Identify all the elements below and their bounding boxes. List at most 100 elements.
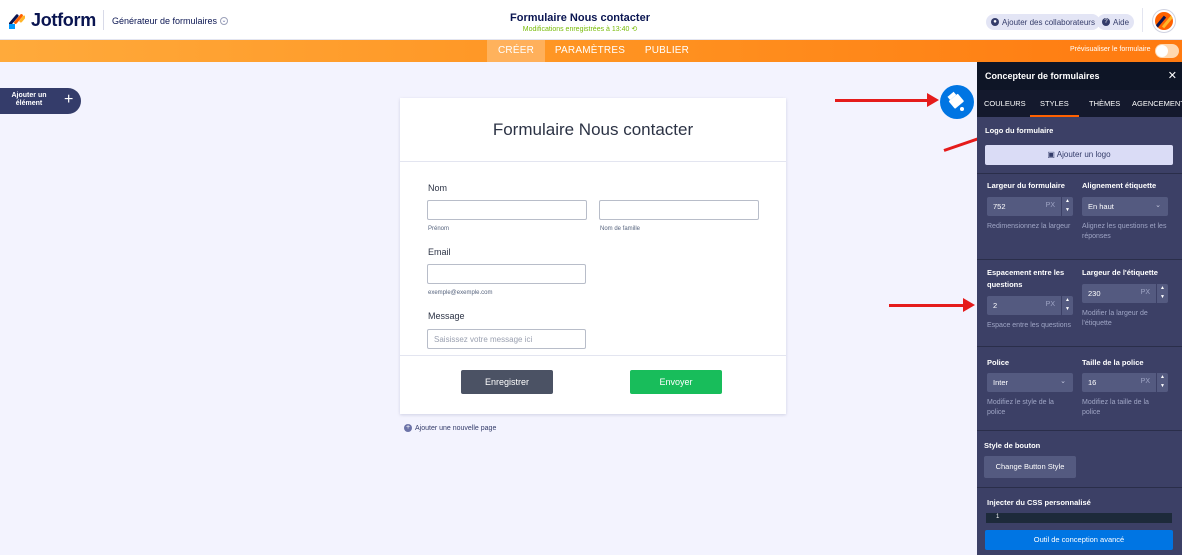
logo-text: Jotform: [31, 10, 96, 30]
form-width-value: 752: [993, 202, 1006, 211]
divider: [977, 430, 1182, 431]
label-align-value: En haut: [1088, 202, 1114, 211]
add-element-label: Ajouter un élément: [11, 92, 47, 107]
advanced-designer-button[interactable]: Outil de conception avancé: [985, 530, 1173, 550]
form-designer-panel: Concepteur de formulaires ✕ COULEURS STY…: [977, 62, 1182, 555]
avatar[interactable]: [1153, 10, 1175, 32]
form-title: Formulaire Nous contacter: [510, 12, 650, 24]
question-spacing-value: 2: [993, 301, 998, 310]
main-nav: CRÉER PARAMÈTRES PUBLIER Prévisualiser l…: [0, 40, 1182, 62]
add-page-link[interactable]: + Ajouter une nouvelle page: [404, 424, 496, 432]
divider: [977, 487, 1182, 488]
question-spacing-input[interactable]: 2 PX ▲ ▼: [987, 296, 1073, 315]
question-spacing-desc: Espace entre les questions: [987, 322, 1072, 329]
label-width-value: 230: [1088, 289, 1101, 298]
preview-toggle[interactable]: [1155, 44, 1179, 58]
tab-publish[interactable]: PUBLIER: [640, 40, 694, 62]
email-label: Email: [428, 247, 451, 257]
paint-bucket-icon: [947, 91, 964, 111]
font-size-desc: Modifiez la taille de la police: [1082, 399, 1149, 416]
message-input[interactable]: Saisissez votre message ici: [427, 329, 586, 349]
stepper-icon[interactable]: ▲ ▼: [1061, 197, 1073, 216]
add-logo-button[interactable]: ▣ Ajouter un logo: [985, 145, 1173, 165]
tab-styles[interactable]: STYLES: [1030, 90, 1079, 117]
css-line-number: 1: [996, 514, 1000, 520]
panel-title: Concepteur de formulaires: [977, 62, 1182, 90]
add-collaborators-button[interactable]: ● Ajouter des collaborateurs: [986, 14, 1100, 30]
chevron-down-icon: ⌄: [220, 17, 229, 25]
name-label: Nom: [428, 183, 448, 193]
font-size-value: 16: [1088, 378, 1097, 387]
add-element-button[interactable]: Ajouter un élément +: [0, 88, 81, 114]
label-width-label: Largeur de l'étiquette: [1082, 268, 1158, 277]
divider: [400, 161, 786, 162]
label-align-label: Alignement étiquette: [1082, 181, 1157, 190]
refresh-icon: ⟲: [631, 26, 638, 33]
jotform-logo[interactable]: Jotform: [9, 10, 96, 31]
chevron-down-icon: ⌄: [1060, 378, 1066, 385]
form-title-block[interactable]: Formulaire Nous contacter Modifications …: [480, 12, 680, 33]
tab-layout[interactable]: AGENCEMENT: [1132, 90, 1182, 117]
send-button[interactable]: Envoyer: [630, 370, 722, 394]
add-page-label: Ajouter une nouvelle page: [415, 424, 497, 432]
image-icon: ▣: [1047, 150, 1055, 159]
change-button-style-button[interactable]: Change Button Style: [984, 456, 1076, 478]
divider: [1142, 8, 1143, 32]
label-width-unit: PX: [1140, 289, 1150, 296]
font-value: Inter: [993, 378, 1009, 387]
form-heading[interactable]: Formulaire Nous contacter: [400, 120, 786, 140]
tab-colors[interactable]: COULEURS: [984, 90, 1026, 117]
email-input[interactable]: [427, 264, 586, 284]
label-align-select[interactable]: En haut ⌄: [1082, 197, 1168, 216]
button-style-label: Style de bouton: [984, 441, 1041, 450]
panel-tabs: COULEURS STYLES THÈMES AGENCEMENT: [977, 90, 1182, 117]
collaborators-label: Ajouter des collaborateurs: [1002, 17, 1095, 27]
label-width-desc: Modifier la largeur de l'étiquette: [1082, 310, 1148, 327]
stepper-icon[interactable]: ▲ ▼: [1156, 284, 1168, 303]
form-card: Formulaire Nous contacter Nom Prénom Nom…: [400, 98, 786, 414]
toggle-knob: [1156, 45, 1168, 57]
question-spacing-label: Espacement entre les questions: [987, 268, 1065, 289]
font-size-input[interactable]: 16 PX ▲ ▼: [1082, 373, 1168, 392]
annotation-arrow: [889, 298, 975, 312]
font-label: Police: [987, 358, 1010, 367]
last-name-input[interactable]: [599, 200, 759, 220]
label-align-desc: Alignez les questions et les réponses: [1082, 223, 1167, 240]
font-select[interactable]: Inter ⌄: [987, 373, 1073, 392]
font-desc: Modifiez le style de la police: [987, 399, 1054, 416]
form-designer-button[interactable]: [940, 85, 974, 119]
divider: [103, 10, 104, 30]
last-name-sublabel: Nom de famille: [600, 226, 641, 232]
custom-css-label: Injecter du CSS personnalisé: [987, 498, 1091, 507]
question-spacing-unit: PX: [1045, 301, 1055, 308]
user-icon: ●: [991, 18, 999, 26]
builder-dropdown[interactable]: Générateur de formulaires ⌄: [112, 16, 229, 26]
font-size-unit: PX: [1140, 378, 1150, 385]
stepper-icon[interactable]: ▲ ▼: [1156, 373, 1168, 392]
divider: [977, 346, 1182, 347]
form-width-desc: Redimensionnez la largeur: [987, 223, 1071, 230]
first-name-input[interactable]: [427, 200, 587, 220]
plus-icon: +: [64, 91, 74, 108]
tab-settings[interactable]: PARAMÈTRES: [553, 40, 627, 62]
builder-label: Générateur de formulaires: [112, 16, 218, 26]
tab-create[interactable]: CRÉER: [487, 40, 545, 62]
tab-themes[interactable]: THÈMES: [1089, 90, 1120, 117]
form-width-label: Largeur du formulaire: [987, 181, 1065, 190]
label-width-input[interactable]: 230 PX ▲ ▼: [1082, 284, 1168, 303]
plus-circle-icon: +: [404, 424, 412, 432]
divider: [977, 173, 1182, 174]
message-label: Message: [428, 311, 465, 321]
logo-section-label: Logo du formulaire: [985, 126, 1054, 135]
help-button[interactable]: ? Aide: [1097, 14, 1135, 30]
top-bar: Jotform Générateur de formulaires ⌄ Form…: [0, 0, 1182, 40]
custom-css-editor[interactable]: 1: [986, 513, 1172, 523]
stepper-icon[interactable]: ▲ ▼: [1061, 296, 1073, 315]
form-width-input[interactable]: 752 PX ▲ ▼: [987, 197, 1073, 216]
divider: [977, 259, 1182, 260]
save-button[interactable]: Enregistrer: [461, 370, 553, 394]
close-icon[interactable]: ✕: [1168, 69, 1177, 82]
preview-label: Prévisualiser le formulaire: [1070, 46, 1151, 53]
form-width-unit: PX: [1045, 202, 1055, 209]
email-sublabel: exemple@exemple.com: [428, 290, 493, 296]
